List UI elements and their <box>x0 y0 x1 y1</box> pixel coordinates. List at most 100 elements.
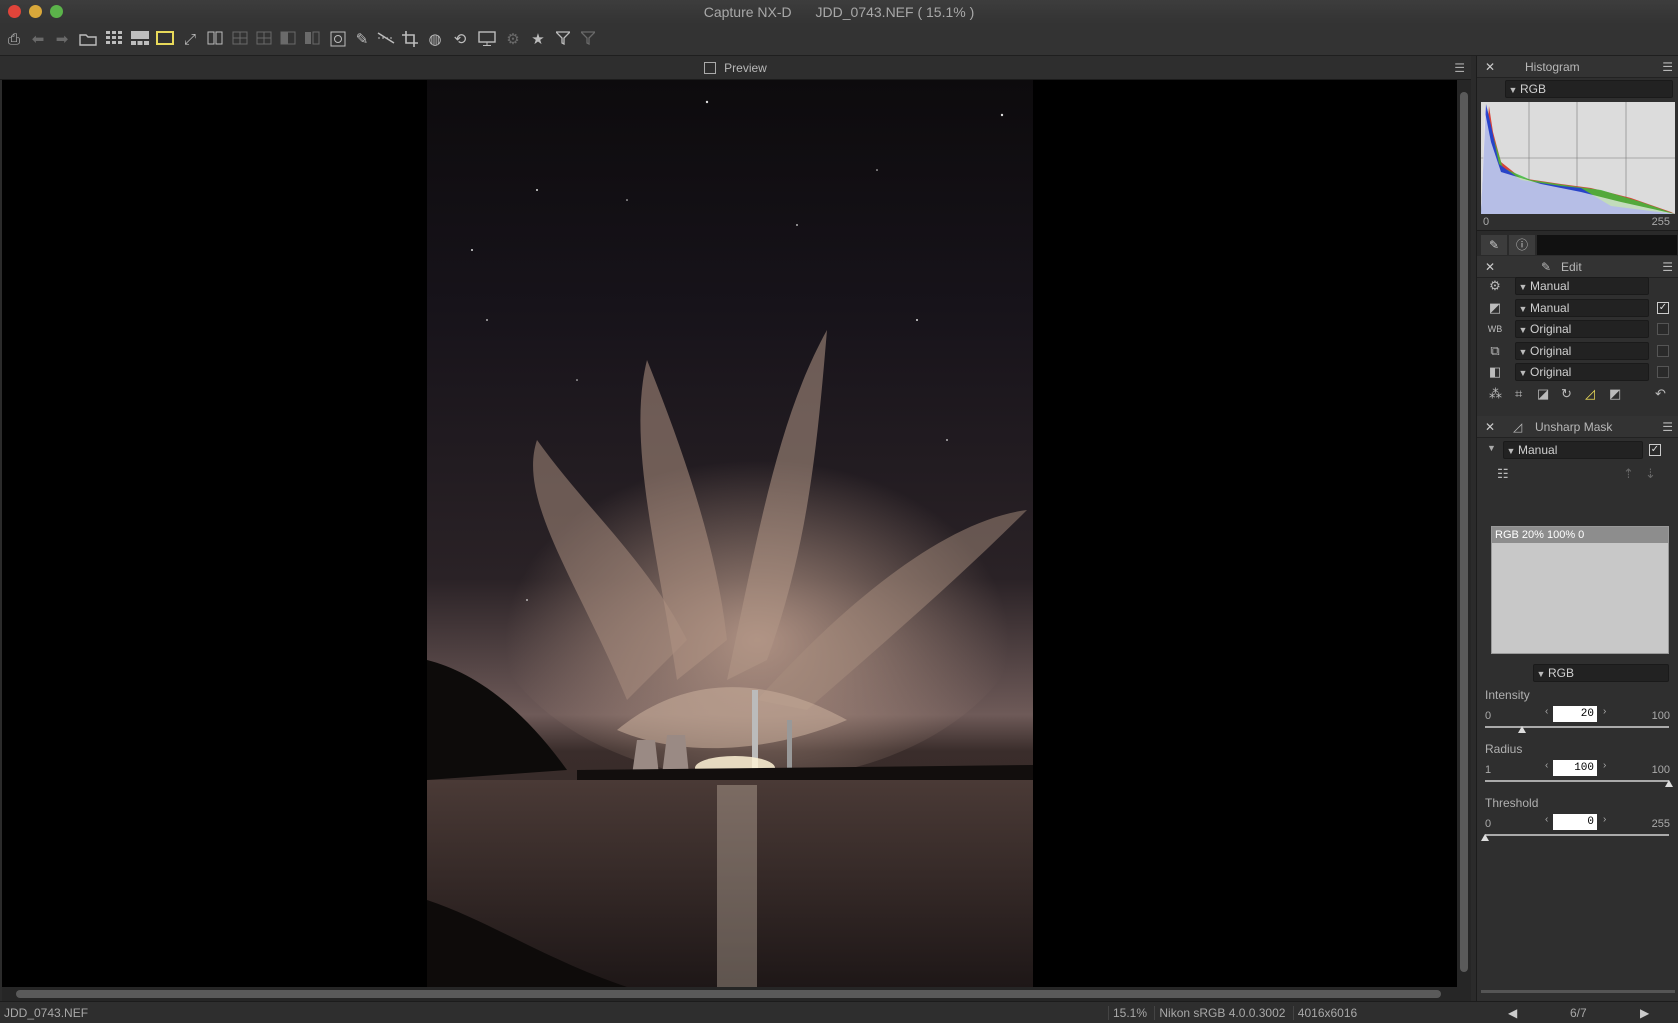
threshold-slider-track[interactable] <box>1485 834 1669 836</box>
radius-increment-icon[interactable]: › <box>1603 760 1606 771</box>
edit-row-2-checkbox[interactable]: ✓ <box>1657 302 1669 314</box>
maximize-window-button[interactable] <box>50 5 63 18</box>
edit-row-3-select[interactable]: ▼ Original <box>1515 320 1649 338</box>
filmstrip-icon[interactable] <box>130 31 150 49</box>
unsharp-enable-checkbox[interactable]: ✓ <box>1649 444 1661 456</box>
threshold-input[interactable]: 0 <box>1553 814 1597 830</box>
chevron-down-icon: ▼ <box>1518 368 1528 378</box>
status-filename: JDD_0743.NEF <box>4 1006 89 1020</box>
noise-reduction-icon[interactable]: ⁂ <box>1489 386 1502 402</box>
image-viewer[interactable] <box>2 80 1457 987</box>
monitor-icon[interactable] <box>477 31 497 49</box>
forward-icon[interactable]: ➡ <box>52 31 72 49</box>
compare-grid-icon[interactable] <box>254 31 274 49</box>
levels-icon[interactable]: ◪ <box>1537 386 1549 402</box>
chevron-down-icon: ▼ <box>1536 669 1546 679</box>
edit-row-5-checkbox[interactable] <box>1657 366 1669 378</box>
next-image-icon[interactable]: ▶ <box>1640 1002 1649 1023</box>
unsharp-list-item[interactable]: RGB 20% 100% 0 <box>1492 527 1668 543</box>
loupe-icon[interactable] <box>328 31 348 49</box>
threshold-slider-thumb[interactable] <box>1481 834 1489 841</box>
unsharp-list[interactable]: RGB 20% 100% 0 <box>1491 526 1669 654</box>
edit-row-5-select[interactable]: ▼ Original <box>1515 363 1649 381</box>
fullscreen-icon[interactable]: ⤢ <box>180 31 200 49</box>
panel-resize-handle[interactable] <box>1481 990 1675 993</box>
crop-icon[interactable] <box>400 31 420 49</box>
intensity-input[interactable]: 20 <box>1553 706 1597 722</box>
unsharp-preset-select[interactable]: ▼ Manual <box>1503 441 1643 459</box>
compare-two-icon[interactable] <box>205 31 225 49</box>
intensity-slider-thumb[interactable] <box>1517 726 1526 733</box>
preview-checkbox[interactable] <box>704 62 717 74</box>
unsharp-mask-icon[interactable]: ◿ <box>1585 386 1595 402</box>
minimize-window-button[interactable] <box>29 5 42 18</box>
threshold-increment-icon[interactable]: › <box>1603 814 1606 825</box>
preview-menu-icon[interactable]: ☰ <box>1454 56 1465 80</box>
compare-split-icon[interactable] <box>278 31 298 49</box>
chevron-down-icon: ▼ <box>1518 347 1528 357</box>
edit-row-4-select[interactable]: ▼ Original <box>1515 342 1649 360</box>
histogram-title: Histogram <box>1525 60 1580 74</box>
move-down-icon[interactable]: ⇣ <box>1645 466 1656 482</box>
edit-row-3-checkbox[interactable] <box>1657 323 1669 335</box>
panel-menu-icon[interactable]: ☰ <box>1662 416 1673 438</box>
close-icon[interactable]: ✕ <box>1485 416 1495 438</box>
radius-slider-thumb[interactable] <box>1665 780 1673 787</box>
back-icon[interactable]: ⬅ <box>28 31 48 49</box>
edit-row-4-checkbox[interactable] <box>1657 345 1669 357</box>
collapse-triangle-icon[interactable]: ▼ <box>1487 443 1496 453</box>
single-view-icon[interactable] <box>155 31 175 49</box>
star-icon[interactable]: ★ <box>528 31 548 49</box>
status-bar: JDD_0743.NEF 15.1% Nikon sRGB 4.0.0.3002… <box>0 1001 1678 1023</box>
open-folder-icon[interactable] <box>78 31 98 49</box>
info-tab-icon[interactable]: ⓘ <box>1509 235 1535 255</box>
edit-tab-icon[interactable]: ✎ <box>1481 235 1507 255</box>
rotate-icon[interactable]: ⟲ <box>450 31 470 49</box>
close-window-button[interactable] <box>8 5 21 18</box>
vertical-scrollbar[interactable] <box>1457 80 1471 987</box>
intensity-min: 0 <box>1485 710 1492 722</box>
crop-frame-icon[interactable]: ⌗ <box>1515 386 1522 402</box>
before-after-icon[interactable] <box>302 31 322 49</box>
compare-four-icon[interactable] <box>230 31 250 49</box>
print-icon[interactable]: ⎙ <box>4 31 24 49</box>
radius-decrement-icon[interactable]: ‹ <box>1545 760 1548 771</box>
panel-menu-icon[interactable]: ☰ <box>1662 56 1673 78</box>
curves-icon[interactable]: ◩ <box>1609 386 1621 402</box>
intensity-increment-icon[interactable]: › <box>1603 706 1606 717</box>
thumbnail-grid-icon[interactable] <box>104 31 124 49</box>
horizontal-scrollbar[interactable] <box>2 987 1471 1001</box>
chevron-down-icon: ▼ <box>1506 446 1516 456</box>
close-icon[interactable]: ✕ <box>1485 56 1495 78</box>
intensity-slider-track[interactable] <box>1485 726 1669 728</box>
previous-image-icon[interactable]: ◀ <box>1508 1002 1517 1023</box>
radius-slider-track[interactable] <box>1485 780 1669 782</box>
panel-menu-icon[interactable]: ☰ <box>1662 256 1673 278</box>
edit-row-2-select[interactable]: ▼ Manual <box>1515 299 1649 317</box>
close-icon[interactable]: ✕ <box>1485 256 1495 278</box>
undo-icon[interactable]: ↶ <box>1655 386 1666 402</box>
filter-clear-icon[interactable] <box>578 31 598 49</box>
palette-tabs: ✎ ⓘ <box>1477 230 1678 256</box>
filter-icon[interactable] <box>553 31 573 49</box>
chevron-down-icon: ▼ <box>1518 282 1528 292</box>
threshold-decrement-icon[interactable]: ‹ <box>1545 814 1548 825</box>
unsharp-title-icon: ◿ <box>1513 420 1523 434</box>
edit-row-5-value: Original <box>1530 365 1572 379</box>
edit-row-2-value: Manual <box>1530 301 1570 315</box>
straighten-icon[interactable] <box>376 31 396 49</box>
clear-list-icon[interactable]: ☷ <box>1497 466 1509 482</box>
auto-retouch-icon[interactable]: ◍ <box>425 31 445 49</box>
unsharp-channel-select[interactable]: ▼ RGB <box>1533 664 1669 682</box>
retouch-brush-icon[interactable]: ✎ <box>352 31 372 49</box>
gear-icon[interactable]: ⚙ <box>503 31 523 49</box>
horizontal-scroll-thumb[interactable] <box>16 990 1441 998</box>
histogram-channel-select[interactable]: ▼ RGB <box>1505 80 1673 98</box>
vertical-scroll-thumb[interactable] <box>1460 92 1468 972</box>
move-up-icon[interactable]: ⇡ <box>1623 466 1634 482</box>
radius-input[interactable]: 100 <box>1553 760 1597 776</box>
rotate-icon[interactable]: ↻ <box>1561 386 1572 402</box>
edit-row-1-select[interactable]: ▼ Manual <box>1515 277 1649 295</box>
main-toolbar: ⎙ ⬅ ➡ ⤢ ✎ ◍ ⟲ ⚙ ★ <box>0 24 1678 56</box>
intensity-decrement-icon[interactable]: ‹ <box>1545 706 1548 717</box>
